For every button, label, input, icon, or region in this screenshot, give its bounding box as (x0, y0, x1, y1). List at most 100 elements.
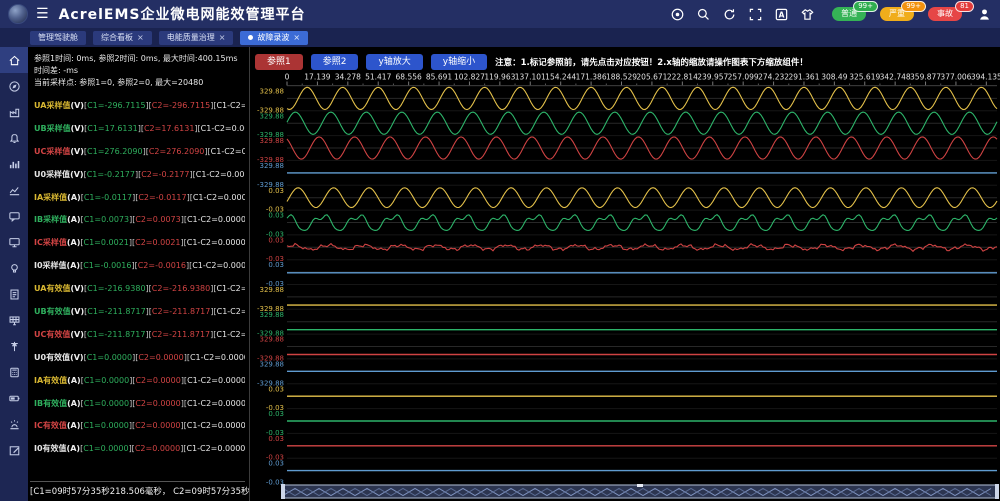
fullscreen-icon[interactable] (748, 7, 763, 22)
channel-c1-value: C1=0.0000 (84, 376, 129, 385)
channel-diff-value: C1-C2=0.0000 (187, 238, 245, 247)
svg-text:291.361: 291.361 (788, 73, 819, 82)
channel-unit: (A) (67, 421, 81, 430)
sidebar-item-monitor[interactable] (0, 229, 28, 255)
channel-c2-value: C2=0.0000 (135, 444, 180, 453)
sidebar-item-siren[interactable] (0, 411, 28, 437)
factory-icon (8, 106, 21, 119)
search-icon[interactable] (696, 7, 711, 22)
channel-row-UB采样值: UB采样值 (V) [ C1=17.6131 ][ C2=17.6131 ][ … (34, 117, 245, 140)
channel-name: IB有效值 (34, 398, 67, 409)
channel-c1-value: C1=0.0000 (83, 444, 128, 453)
alarm-count-badge: 99+ (853, 1, 878, 12)
channel-c2-value: C2=-296.7115 (152, 101, 210, 110)
datazoom-left-handle[interactable] (281, 484, 285, 499)
tab-bar: 管理驾驶舱综合看板×电能质量治理×故障录波× (0, 28, 1000, 47)
channel-c1-value: C1=0.0073 (84, 215, 129, 224)
svg-text:342.748: 342.748 (880, 73, 911, 82)
sample-point-info: 当前采样点: 参照1=0, 参照2=0, 最大=20480 (34, 77, 245, 89)
channel-c2-value: C2=0.0000 (138, 353, 183, 362)
channel-c1-value: C1=-296.7115 (87, 101, 145, 110)
channel-row-IB有效值: IB有效值 (A) [ C1=0.0000 ][ C2=0.0000 ][ C1… (34, 392, 245, 415)
page-title: AcrelEMS企业微电网能效管理平台 (59, 4, 306, 24)
channel-unit: (V) (70, 353, 84, 362)
reference2-button[interactable]: 参照2 (311, 54, 359, 70)
channel-diff-value: C1-C2=0.0000 (187, 376, 245, 385)
sidebar-item-pole[interactable] (0, 333, 28, 359)
svg-text:A: A (779, 10, 785, 19)
sidebar-item-solar-panel[interactable] (0, 307, 28, 333)
svg-text:0: 0 (285, 73, 290, 82)
channel-unit: (A) (67, 238, 81, 247)
sidebar-item-edit[interactable] (0, 437, 28, 463)
sidebar-item-battery[interactable] (0, 385, 28, 411)
active-tab-dot (248, 35, 253, 40)
record-icon[interactable] (670, 7, 685, 22)
sidebar-item-document[interactable] (0, 281, 28, 307)
font-size-icon[interactable]: A (774, 7, 789, 22)
theme-icon[interactable] (800, 7, 815, 22)
channel-unit: (V) (71, 307, 85, 316)
tab-管理驾驶舱[interactable]: 管理驾驶舱 (30, 31, 86, 45)
user-icon[interactable] (977, 7, 992, 22)
reference1-button[interactable]: 参照1 (255, 54, 303, 70)
svg-text:325.619: 325.619 (849, 73, 880, 82)
channel-c1-value: C1=276.2090 (87, 147, 143, 156)
svg-text:17.139: 17.139 (304, 73, 330, 82)
datazoom-drag-dot[interactable] (637, 484, 643, 487)
channel-c2-value: C2=-0.2177 (141, 170, 189, 179)
channel-diff-value: C1-C2=0.0000 (211, 147, 245, 156)
channel-name: UC采样值 (34, 146, 70, 157)
monitor-icon (8, 236, 21, 249)
svg-text:0.03: 0.03 (268, 435, 284, 443)
waveform-chart[interactable]: 017.13934.27851.41768.55685.691102.82711… (250, 71, 1000, 501)
bar-chart-icon (8, 158, 21, 171)
yaxis-zoom-out-button[interactable]: y轴缩小 (431, 54, 487, 70)
sidebar-item-message[interactable] (0, 203, 28, 229)
channel-name: UB采样值 (34, 123, 71, 134)
sidebar-item-home[interactable] (0, 47, 28, 73)
refresh-icon[interactable] (722, 7, 737, 22)
channel-c1-value: C1=-211.8717 (87, 307, 145, 316)
sidebar-item-alarm-bell[interactable] (0, 125, 28, 151)
sidebar-item-compass[interactable] (0, 73, 28, 99)
sidebar-item-line-chart[interactable] (0, 177, 28, 203)
tab-故障录波[interactable]: 故障录波× (240, 31, 308, 45)
tab-label: 电能质量治理 (167, 31, 215, 45)
tab-close-icon[interactable]: × (137, 31, 144, 45)
yaxis-zoom-in-button[interactable]: y轴放大 (366, 54, 422, 70)
svg-text:0.03: 0.03 (268, 187, 284, 195)
menu-toggle-icon[interactable]: ☰ (36, 6, 49, 22)
channel-name: IA有效值 (34, 375, 67, 386)
channel-row-IA采样值: IA采样值 (A) [ C1=-0.0117 ][ C2=-0.0117 ][ … (34, 186, 245, 209)
alarm-badge[interactable]: 事故81 (928, 7, 962, 21)
alarm-badge[interactable]: 严重99+ (880, 7, 914, 21)
channel-row-UC有效值: UC有效值 (V) [ C1=-211.8717 ][ C2=-211.8717… (34, 323, 245, 346)
channel-unit: (A) (67, 193, 81, 202)
sidebar-item-bar-chart[interactable] (0, 151, 28, 177)
channel-c1-value: C1=-0.2177 (87, 170, 135, 179)
alarm-badge[interactable]: 普通99+ (832, 7, 866, 21)
edit-icon (8, 444, 21, 457)
svg-text:0.03: 0.03 (268, 385, 284, 393)
tab-电能质量治理[interactable]: 电能质量治理 × (159, 31, 234, 45)
channel-unit: (A) (67, 215, 81, 224)
channel-diff-value: C1-C2=0.0000 (187, 421, 245, 430)
sidebar-item-bulb[interactable] (0, 255, 28, 281)
sidebar-item-factory[interactable] (0, 99, 28, 125)
channel-name: IB采样值 (34, 214, 67, 225)
channel-c2-value: C2=0.0021 (135, 238, 180, 247)
tab-close-icon[interactable]: × (293, 31, 300, 45)
tab-close-icon[interactable]: × (219, 31, 226, 45)
logo-avatar[interactable] (8, 4, 28, 24)
chart-usage-note: 注意：1.标记参照前，请先点击对应按钮！2.x轴的缩放请操作图表下方缩放组件！ (495, 56, 808, 68)
tab-综合看板[interactable]: 综合看板× (93, 31, 152, 45)
channel-c2-value: C2=-211.8717 (152, 307, 210, 316)
channel-c1-value: C1=0.0000 (84, 399, 129, 408)
channel-row-U0有效值: U0有效值 (V) [ C1=0.0000 ][ C2=0.0000 ][ C1… (34, 346, 245, 369)
sidebar-item-keypad[interactable] (0, 359, 28, 385)
svg-text:68.556: 68.556 (396, 73, 422, 82)
svg-text:329.88: 329.88 (260, 88, 285, 96)
channel-name: IA采样值 (34, 192, 67, 203)
datazoom-right-handle[interactable] (995, 484, 999, 499)
